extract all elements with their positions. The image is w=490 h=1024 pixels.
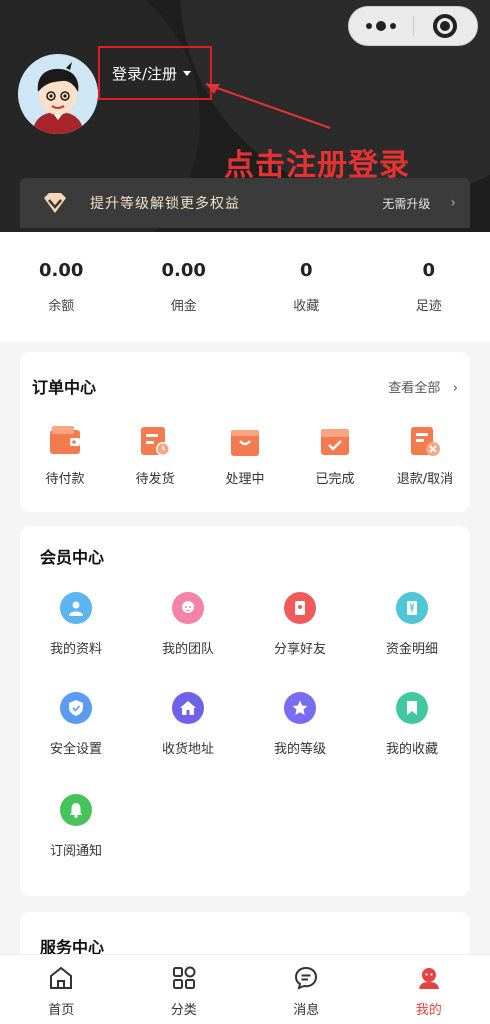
member-item-label: 我的资料 <box>49 642 102 657</box>
stat-label: 佣金 <box>170 299 197 314</box>
order-pending-payment[interactable]: 待付款 <box>20 424 110 487</box>
funds-icon <box>396 592 428 624</box>
stat-favorites[interactable]: 0 收藏 <box>245 232 368 342</box>
member-item-address[interactable]: 收货地址 <box>132 692 244 757</box>
box-check-icon <box>321 429 349 455</box>
team-icon <box>172 592 204 624</box>
member-center-title: 会员中心 <box>40 548 105 567</box>
refund-cancel-icon <box>411 427 440 456</box>
share-icon <box>284 592 316 624</box>
view-all-label: 查看全部 <box>388 380 441 396</box>
order-completed[interactable]: 已完成 <box>290 424 380 487</box>
order-label: 待付款 <box>45 472 85 487</box>
profile-icon <box>60 592 92 624</box>
stat-label: 足迹 <box>415 299 442 314</box>
order-label: 待发货 <box>135 472 175 487</box>
stat-value: 0.00 <box>39 260 84 281</box>
home-outline-icon <box>50 966 73 989</box>
tab-label: 我的 <box>415 1003 442 1018</box>
bottom-tab-bar: 首页 分类 消息 我的 <box>0 954 490 1024</box>
member-center-card: 会员中心 我的资料 我的团队 分享好友 资金明细 安全设置 收货地址 我的等级 … <box>20 526 470 896</box>
tab-category[interactable]: 分类 <box>123 955 246 1024</box>
stat-label: 收藏 <box>293 299 320 314</box>
home-icon <box>172 692 204 724</box>
order-center-card: 订单中心 查看全部 › 待付款 待发货 处理中 已完成 退款/取消 <box>20 352 470 512</box>
stat-value: 0 <box>422 260 436 281</box>
category-icon <box>172 966 196 989</box>
shield-icon <box>60 692 92 724</box>
order-pending-shipment[interactable]: 待发货 <box>110 424 200 487</box>
vip-action: 无需升级 <box>382 196 431 211</box>
message-icon <box>295 966 318 990</box>
order-center-title: 订单中心 <box>32 378 97 397</box>
stats-panel: 0.00 余额 0.00 佣金 0 收藏 0 足迹 <box>0 232 490 342</box>
vip-upgrade-bar[interactable]: 提升等级解锁更多权益 无需升级 › <box>20 178 470 228</box>
member-item-funds[interactable]: 资金明细 <box>356 592 468 657</box>
bookmark-icon <box>396 692 428 724</box>
wallet-icon <box>50 426 80 454</box>
member-item-label: 我的等级 <box>273 742 326 757</box>
stat-footprints[interactable]: 0 足迹 <box>368 232 490 342</box>
member-item-notifications[interactable]: 订阅通知 <box>20 794 132 859</box>
member-item-profile[interactable]: 我的资料 <box>20 592 132 657</box>
member-item-label: 订阅通知 <box>49 844 102 859</box>
member-item-share[interactable]: 分享好友 <box>244 592 356 657</box>
basket-icon <box>231 430 259 456</box>
tab-messages[interactable]: 消息 <box>245 955 368 1024</box>
tab-label: 首页 <box>48 1003 75 1018</box>
stat-value: 0 <box>299 260 313 281</box>
member-item-label: 我的团队 <box>161 642 214 657</box>
stat-value: 0.00 <box>161 260 206 281</box>
diamond-icon <box>44 193 66 213</box>
member-item-favorites[interactable]: 我的收藏 <box>356 692 468 757</box>
member-item-label: 安全设置 <box>49 742 102 757</box>
order-processing[interactable]: 处理中 <box>200 424 290 487</box>
member-item-label: 收货地址 <box>161 742 214 757</box>
pending-shipment-icon <box>141 427 170 456</box>
order-refund-cancel[interactable]: 退款/取消 <box>380 424 470 487</box>
stat-label: 余额 <box>48 299 75 314</box>
order-label: 已完成 <box>315 472 355 487</box>
tab-label: 分类 <box>170 1003 197 1018</box>
vip-text: 提升等级解锁更多权益 <box>90 196 240 212</box>
member-item-label: 我的收藏 <box>385 742 438 757</box>
member-item-team[interactable]: 我的团队 <box>132 592 244 657</box>
tab-home[interactable]: 首页 <box>0 955 123 1024</box>
star-icon <box>284 692 316 724</box>
member-item-level[interactable]: 我的等级 <box>244 692 356 757</box>
stat-commission[interactable]: 0.00 佣金 <box>123 232 246 342</box>
chevron-right-icon: › <box>450 195 456 211</box>
view-all-orders-link[interactable]: 查看全部 › <box>388 377 458 396</box>
stat-balance[interactable]: 0.00 余额 <box>0 232 123 342</box>
member-item-label: 分享好友 <box>273 642 326 657</box>
member-item-label: 资金明细 <box>385 642 438 657</box>
tab-label: 消息 <box>293 1003 320 1018</box>
order-label: 退款/取消 <box>396 472 454 487</box>
user-icon <box>418 968 439 989</box>
member-item-security[interactable]: 安全设置 <box>20 692 132 757</box>
order-label: 处理中 <box>225 472 265 487</box>
bell-icon <box>60 794 92 826</box>
tab-mine[interactable]: 我的 <box>368 955 490 1024</box>
